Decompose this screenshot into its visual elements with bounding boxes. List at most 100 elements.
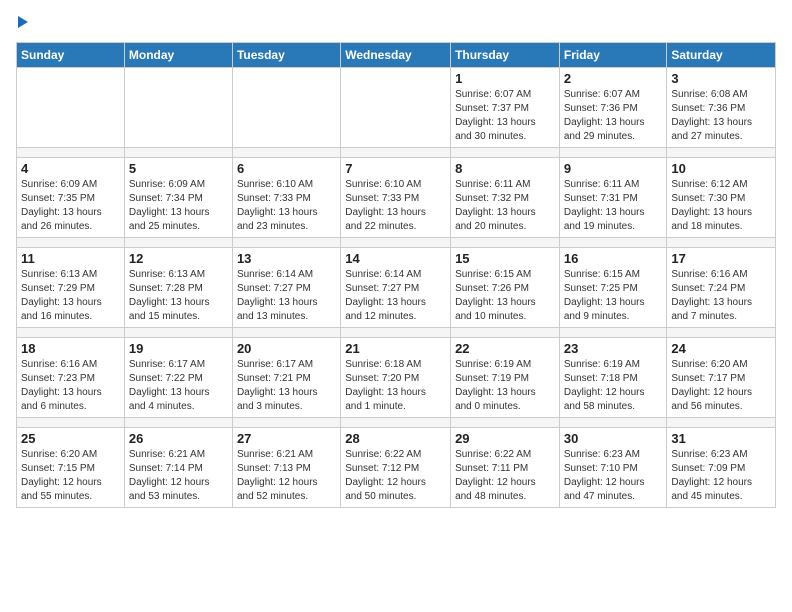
calendar-cell: 22Sunrise: 6:19 AM Sunset: 7:19 PM Dayli…: [451, 338, 560, 418]
separator-cell: [667, 238, 776, 248]
separator-cell: [17, 328, 125, 338]
separator-cell: [341, 148, 451, 158]
separator-cell: [232, 328, 340, 338]
cell-day-number: 8: [455, 161, 555, 176]
weekday-header-saturday: Saturday: [667, 43, 776, 68]
separator-cell: [451, 418, 560, 428]
calendar-separator-row: [17, 328, 776, 338]
cell-day-number: 2: [564, 71, 663, 86]
cell-day-number: 15: [455, 251, 555, 266]
cell-info-text: Sunrise: 6:14 AM Sunset: 7:27 PM Dayligh…: [345, 268, 446, 324]
cell-info-text: Sunrise: 6:10 AM Sunset: 7:33 PM Dayligh…: [345, 178, 446, 234]
calendar-cell: 4Sunrise: 6:09 AM Sunset: 7:35 PM Daylig…: [17, 158, 125, 238]
cell-day-number: 20: [237, 341, 336, 356]
calendar-separator-row: [17, 418, 776, 428]
cell-info-text: Sunrise: 6:21 AM Sunset: 7:13 PM Dayligh…: [237, 448, 336, 504]
cell-info-text: Sunrise: 6:20 AM Sunset: 7:17 PM Dayligh…: [671, 358, 771, 414]
calendar-cell: [232, 68, 340, 148]
cell-day-number: 29: [455, 431, 555, 446]
separator-cell: [232, 418, 340, 428]
cell-info-text: Sunrise: 6:09 AM Sunset: 7:35 PM Dayligh…: [21, 178, 120, 234]
logo-arrow-icon: [18, 16, 28, 28]
calendar-cell: 8Sunrise: 6:11 AM Sunset: 7:32 PM Daylig…: [451, 158, 560, 238]
calendar-header-row: SundayMondayTuesdayWednesdayThursdayFrid…: [17, 43, 776, 68]
separator-cell: [341, 418, 451, 428]
cell-day-number: 3: [671, 71, 771, 86]
cell-info-text: Sunrise: 6:11 AM Sunset: 7:31 PM Dayligh…: [564, 178, 663, 234]
separator-cell: [667, 148, 776, 158]
cell-info-text: Sunrise: 6:16 AM Sunset: 7:24 PM Dayligh…: [671, 268, 771, 324]
calendar-cell: 17Sunrise: 6:16 AM Sunset: 7:24 PM Dayli…: [667, 248, 776, 328]
cell-info-text: Sunrise: 6:22 AM Sunset: 7:12 PM Dayligh…: [345, 448, 446, 504]
weekday-header-tuesday: Tuesday: [232, 43, 340, 68]
cell-day-number: 14: [345, 251, 446, 266]
separator-cell: [232, 148, 340, 158]
calendar-cell: 5Sunrise: 6:09 AM Sunset: 7:34 PM Daylig…: [124, 158, 232, 238]
separator-cell: [559, 148, 667, 158]
separator-cell: [124, 148, 232, 158]
cell-info-text: Sunrise: 6:12 AM Sunset: 7:30 PM Dayligh…: [671, 178, 771, 234]
calendar-week-3: 11Sunrise: 6:13 AM Sunset: 7:29 PM Dayli…: [17, 248, 776, 328]
calendar-cell: 28 Sunrise: 6:22 AM Sunset: 7:12 PM Dayli…: [341, 428, 451, 508]
cell-info-text: Sunrise: 6:21 AM Sunset: 7:14 PM Dayligh…: [129, 448, 228, 504]
cell-info-text: Sunrise: 6:17 AM Sunset: 7:22 PM Dayligh…: [129, 358, 228, 414]
calendar-cell: [17, 68, 125, 148]
separator-cell: [559, 418, 667, 428]
calendar-week-5: 25 Sunrise: 6:20 AM Sunset: 7:15 PM Dayli…: [17, 428, 776, 508]
cell-day-number: 21: [345, 341, 446, 356]
cell-info-text: Sunrise: 6:22 AM Sunset: 7:11 PM Dayligh…: [455, 448, 555, 504]
calendar-cell: 24Sunrise: 6:20 AM Sunset: 7:17 PM Dayli…: [667, 338, 776, 418]
cell-day-number: 19: [129, 341, 228, 356]
calendar-cell: 21Sunrise: 6:18 AM Sunset: 7:20 PM Dayli…: [341, 338, 451, 418]
separator-cell: [232, 238, 340, 248]
cell-day-number: 31: [671, 431, 771, 446]
calendar-cell: 31 Sunrise: 6:23 AM Sunset: 7:09 PM Dayli…: [667, 428, 776, 508]
separator-cell: [124, 418, 232, 428]
cell-day-number: 25: [21, 431, 120, 446]
calendar-cell: 20Sunrise: 6:17 AM Sunset: 7:21 PM Dayli…: [232, 338, 340, 418]
cell-info-text: Sunrise: 6:09 AM Sunset: 7:34 PM Dayligh…: [129, 178, 228, 234]
cell-day-number: 27: [237, 431, 336, 446]
cell-info-text: Sunrise: 6:14 AM Sunset: 7:27 PM Dayligh…: [237, 268, 336, 324]
cell-info-text: Sunrise: 6:08 AM Sunset: 7:36 PM Dayligh…: [671, 88, 771, 144]
calendar-separator-row: [17, 148, 776, 158]
cell-info-text: Sunrise: 6:07 AM Sunset: 7:37 PM Dayligh…: [455, 88, 555, 144]
cell-info-text: Sunrise: 6:23 AM Sunset: 7:10 PM Dayligh…: [564, 448, 663, 504]
calendar-cell: 23Sunrise: 6:19 AM Sunset: 7:18 PM Dayli…: [559, 338, 667, 418]
cell-day-number: 7: [345, 161, 446, 176]
separator-cell: [17, 238, 125, 248]
calendar-week-2: 4Sunrise: 6:09 AM Sunset: 7:35 PM Daylig…: [17, 158, 776, 238]
calendar-separator-row: [17, 238, 776, 248]
separator-cell: [124, 328, 232, 338]
cell-info-text: Sunrise: 6:15 AM Sunset: 7:25 PM Dayligh…: [564, 268, 663, 324]
separator-cell: [559, 328, 667, 338]
calendar-cell: 10 Sunrise: 6:12 AM Sunset: 7:30 PM Dayli…: [667, 158, 776, 238]
separator-cell: [667, 418, 776, 428]
calendar-cell: 6Sunrise: 6:10 AM Sunset: 7:33 PM Daylig…: [232, 158, 340, 238]
page: SundayMondayTuesdayWednesdayThursdayFrid…: [0, 0, 792, 524]
calendar-cell: 12Sunrise: 6:13 AM Sunset: 7:28 PM Dayli…: [124, 248, 232, 328]
cell-day-number: 10: [671, 161, 771, 176]
separator-cell: [667, 328, 776, 338]
calendar-cell: 27 Sunrise: 6:21 AM Sunset: 7:13 PM Dayli…: [232, 428, 340, 508]
separator-cell: [341, 328, 451, 338]
calendar-week-1: 1Sunrise: 6:07 AM Sunset: 7:37 PM Daylig…: [17, 68, 776, 148]
cell-info-text: Sunrise: 6:23 AM Sunset: 7:09 PM Dayligh…: [671, 448, 771, 504]
separator-cell: [559, 238, 667, 248]
weekday-header-monday: Monday: [124, 43, 232, 68]
cell-day-number: 13: [237, 251, 336, 266]
cell-info-text: Sunrise: 6:15 AM Sunset: 7:26 PM Dayligh…: [455, 268, 555, 324]
cell-day-number: 16: [564, 251, 663, 266]
cell-info-text: Sunrise: 6:20 AM Sunset: 7:15 PM Dayligh…: [21, 448, 120, 504]
cell-day-number: 18: [21, 341, 120, 356]
separator-cell: [17, 148, 125, 158]
separator-cell: [124, 238, 232, 248]
cell-day-number: 26: [129, 431, 228, 446]
separator-cell: [451, 238, 560, 248]
calendar-cell: 3 Sunrise: 6:08 AM Sunset: 7:36 PM Daylig…: [667, 68, 776, 148]
logo-text: [16, 16, 28, 30]
cell-info-text: Sunrise: 6:19 AM Sunset: 7:18 PM Dayligh…: [564, 358, 663, 414]
cell-info-text: Sunrise: 6:07 AM Sunset: 7:36 PM Dayligh…: [564, 88, 663, 144]
cell-day-number: 28: [345, 431, 446, 446]
logo: [16, 16, 28, 30]
